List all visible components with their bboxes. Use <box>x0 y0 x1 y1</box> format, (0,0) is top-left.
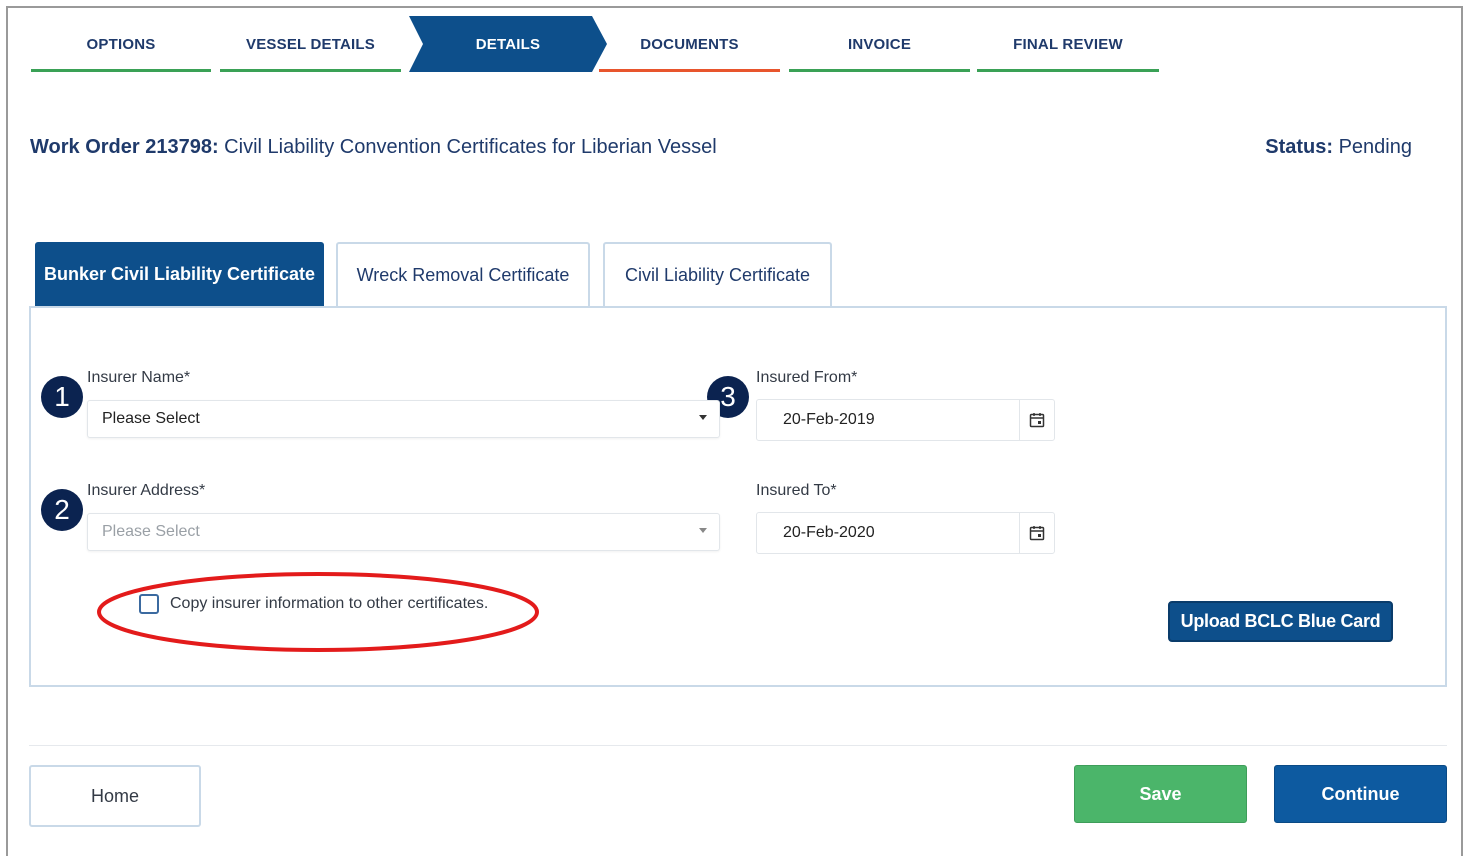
chevron-down-icon <box>699 415 707 420</box>
tab-label: Wreck Removal Certificate <box>356 264 570 285</box>
step-details[interactable]: DETAILS <box>409 16 607 72</box>
insurer-name-value: Please Select <box>102 410 200 427</box>
step-status-bar <box>599 69 780 72</box>
insured-to-value: 20-Feb-2020 <box>783 524 875 541</box>
tab-civil-liability[interactable]: Civil Liability Certificate <box>603 242 832 306</box>
step-invoice[interactable]: INVOICE <box>789 16 970 72</box>
insurer-address-select[interactable]: Please Select <box>87 513 720 551</box>
step-status-bar <box>31 69 211 72</box>
save-button[interactable]: Save <box>1074 765 1247 823</box>
step-label: DOCUMENTS <box>640 35 739 53</box>
insured-to-label: Insured To* <box>756 482 837 499</box>
step-options[interactable]: OPTIONS <box>31 16 211 72</box>
tab-label: Bunker Civil Liability Certificate <box>43 263 316 284</box>
tab-wreck-removal[interactable]: Wreck Removal Certificate <box>336 242 590 306</box>
insurer-address-label: Insurer Address* <box>87 482 206 499</box>
status-label: Status: <box>1265 136 1334 158</box>
footer-divider <box>29 745 1447 746</box>
step-label: OPTIONS <box>86 35 156 53</box>
insurer-address-value: Please Select <box>102 523 200 540</box>
insurer-name-label: Insurer Name* <box>87 369 191 386</box>
insured-from-date-input[interactable]: 20-Feb-2019 <box>756 399 1055 441</box>
insured-to-date-input[interactable]: 20-Feb-2020 <box>756 512 1055 554</box>
home-button[interactable]: Home <box>29 765 201 827</box>
calendar-icon <box>1029 526 1045 541</box>
status-indicator: Status: Pending <box>1265 136 1412 159</box>
upload-bclc-blue-card-button[interactable]: Upload BCLC Blue Card <box>1168 601 1393 642</box>
step-label: INVOICE <box>847 35 912 53</box>
tab-bunker-civil-liability[interactable]: Bunker Civil Liability Certificate <box>35 242 324 306</box>
step-final-review[interactable]: FINAL REVIEW <box>977 16 1159 72</box>
insured-to-calendar-button[interactable] <box>1019 513 1054 553</box>
tab-label: Civil Liability Certificate <box>624 264 811 285</box>
step-status-bar <box>977 69 1159 72</box>
calendar-icon <box>1029 413 1045 428</box>
insured-from-label: Insured From* <box>756 369 858 386</box>
step-label: DETAILS <box>475 35 541 53</box>
step-label: FINAL REVIEW <box>1013 35 1123 53</box>
step-status-bar <box>789 69 970 72</box>
highlight-ellipse-annotation <box>97 572 539 652</box>
step-vessel-details[interactable]: VESSEL DETAILS <box>220 16 401 72</box>
callout-badge-1: 1 <box>41 376 83 418</box>
work-order-description: Civil Liability Convention Certificates … <box>218 136 717 158</box>
chevron-down-icon <box>699 528 707 533</box>
insurer-name-select[interactable]: Please Select <box>87 400 720 438</box>
work-order-title: Work Order 213798: Civil Liability Conve… <box>30 136 717 159</box>
copy-insurer-label[interactable]: Copy insurer information to other certif… <box>170 595 488 613</box>
insured-from-calendar-button[interactable] <box>1019 400 1054 440</box>
callout-badge-2: 2 <box>41 489 83 531</box>
step-label: VESSEL DETAILS <box>246 35 375 53</box>
insured-from-value: 20-Feb-2019 <box>783 411 875 428</box>
continue-button[interactable]: Continue <box>1274 765 1447 823</box>
work-order-number: Work Order 213798: <box>30 136 219 158</box>
step-documents[interactable]: DOCUMENTS <box>599 16 780 72</box>
step-status-bar <box>220 69 401 72</box>
status-value: Pending <box>1333 136 1412 158</box>
copy-insurer-checkbox[interactable] <box>139 594 159 614</box>
